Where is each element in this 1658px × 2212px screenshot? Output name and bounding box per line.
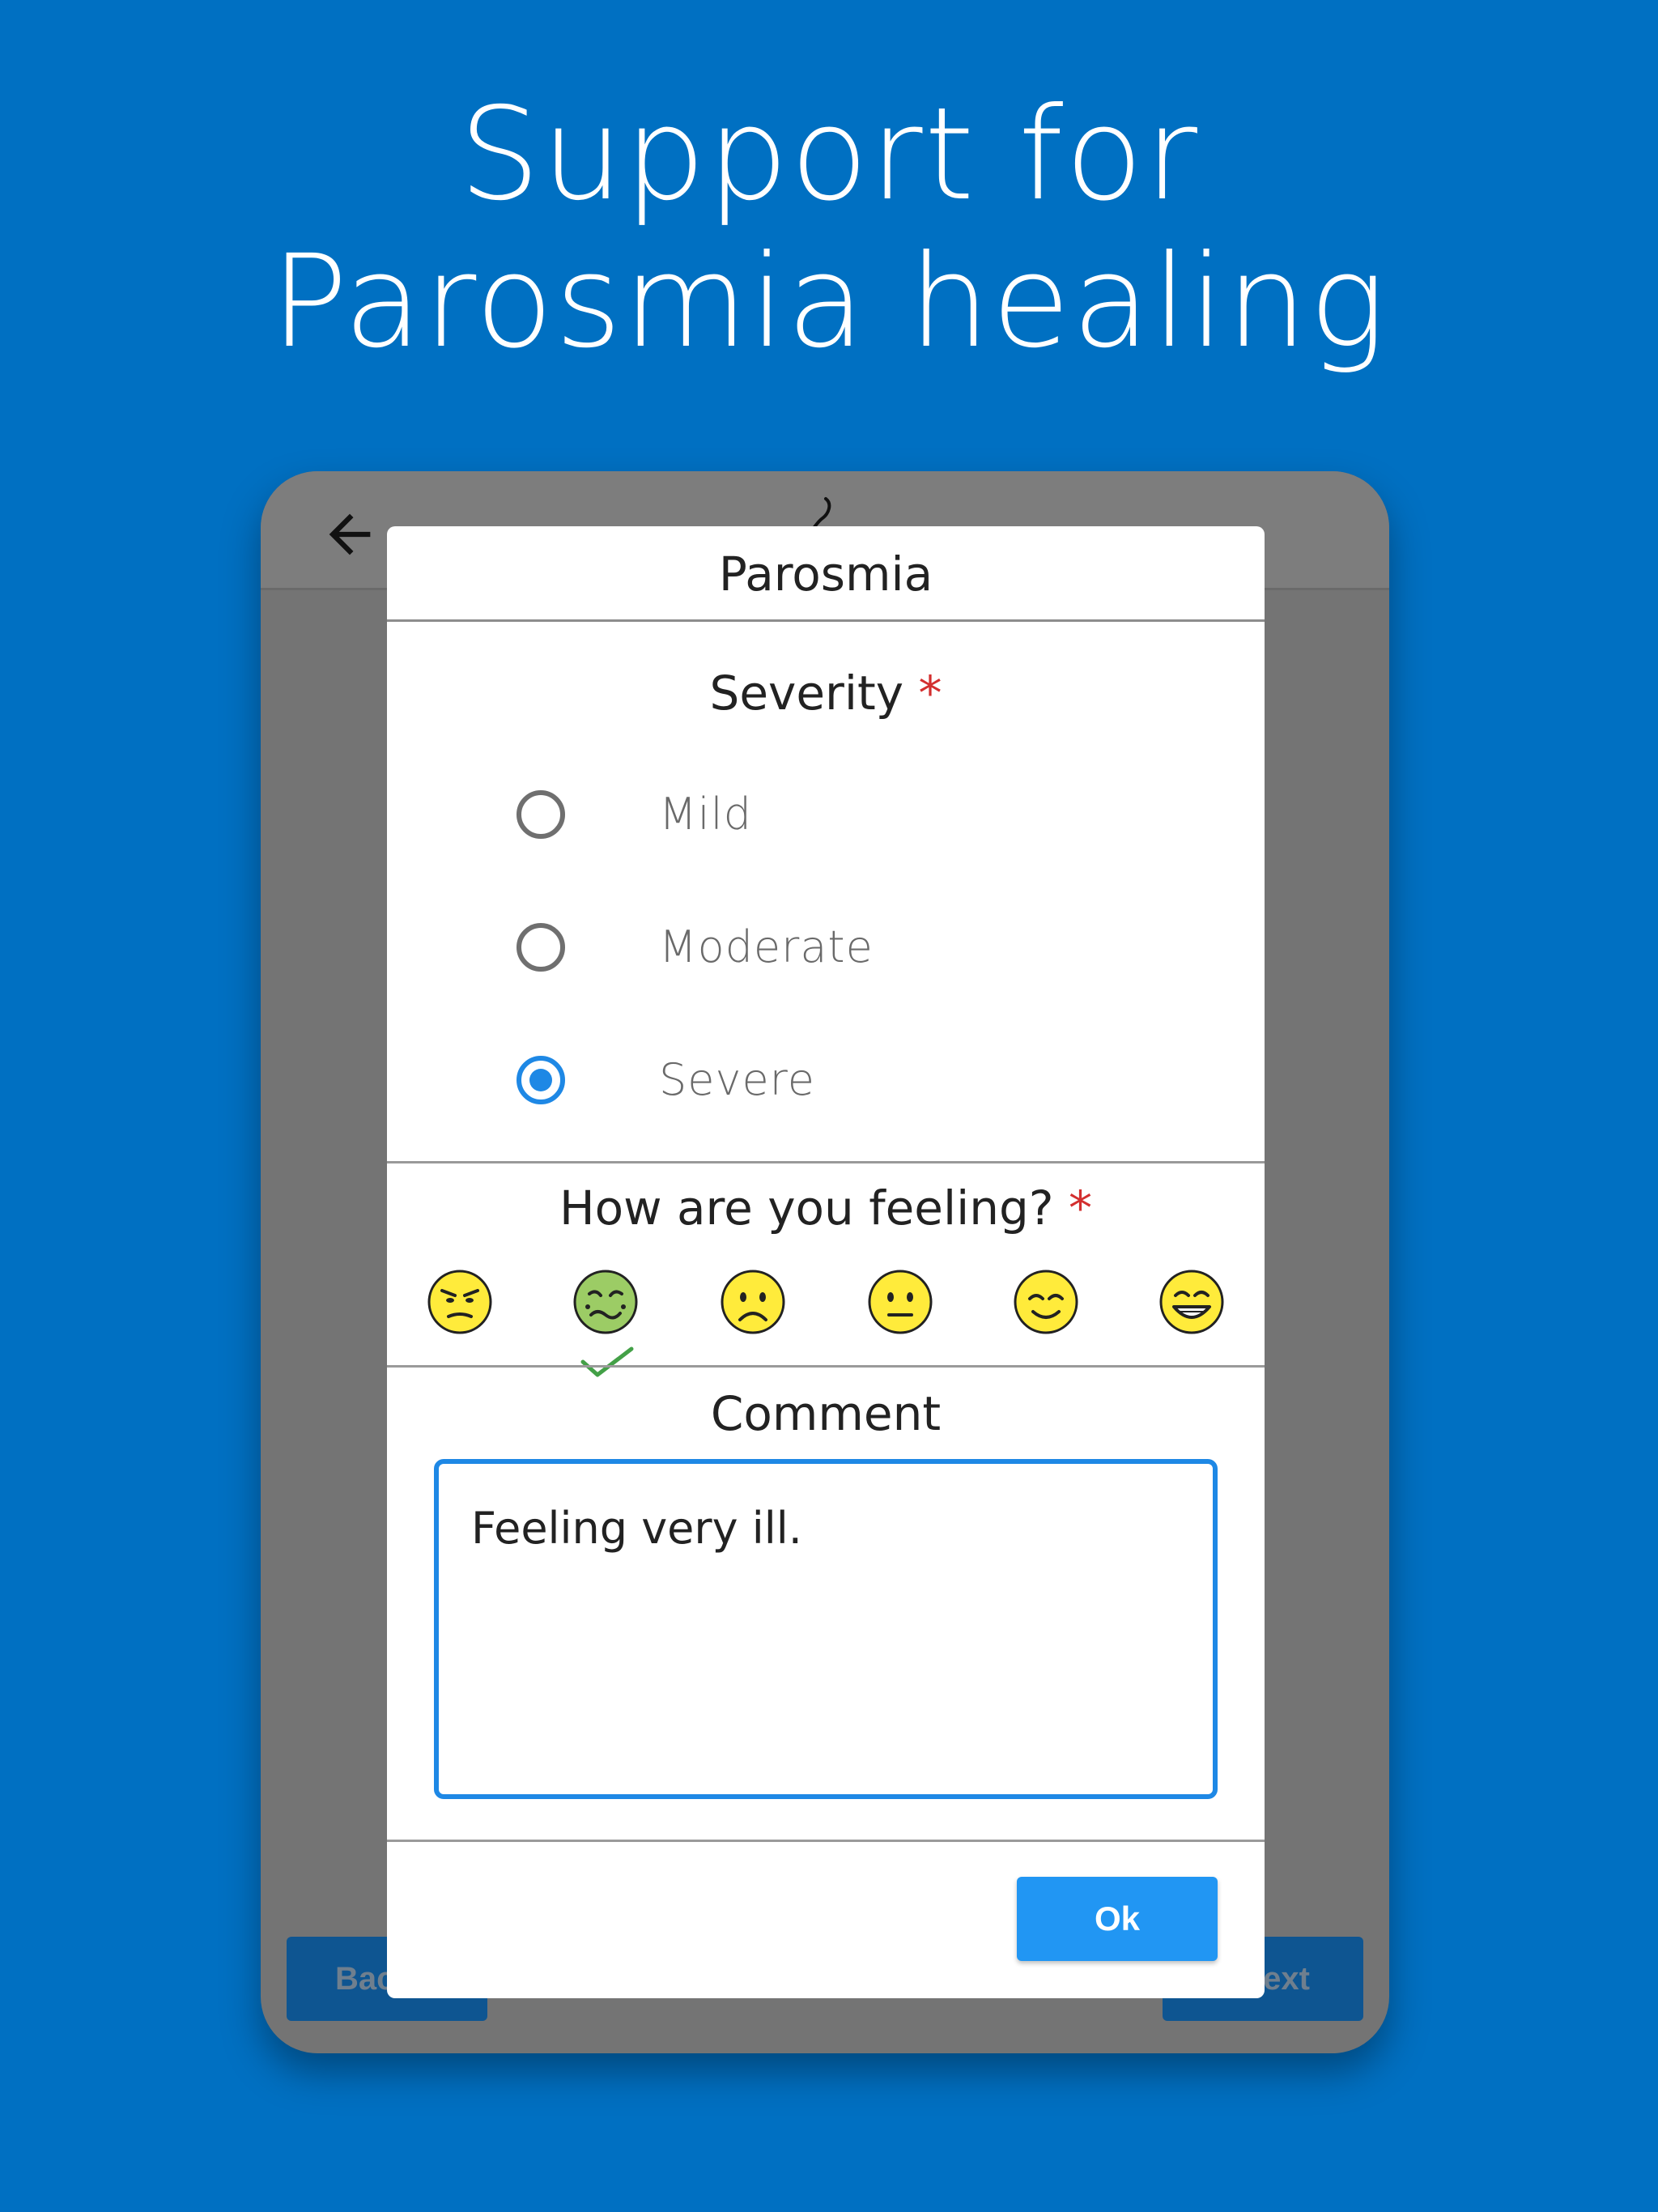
radio-label-severe: Severe — [659, 1054, 815, 1105]
neutral-face-icon[interactable] — [865, 1266, 936, 1338]
divider — [387, 1161, 1265, 1163]
arrow-left-icon[interactable] — [319, 504, 380, 565]
headline: Support for Parosmia healing — [0, 81, 1658, 376]
selected-check-icon — [580, 1346, 634, 1377]
severity-option-moderate[interactable]: Moderate — [517, 918, 1164, 983]
radio-label-moderate: Moderate — [659, 921, 874, 972]
severity-option-mild[interactable]: Mild — [517, 785, 1164, 850]
smiling-face-icon[interactable] — [1010, 1266, 1082, 1338]
angry-face-icon[interactable] — [424, 1266, 495, 1338]
severity-option-severe[interactable]: Severe — [517, 1051, 1164, 1116]
severity-label: Severity * — [387, 666, 1265, 721]
required-mark: * — [918, 666, 942, 721]
radio-button-severe[interactable] — [517, 1056, 565, 1104]
parosmia-dialog: Parosmia Severity * Mild Moderate Severe… — [387, 526, 1265, 1998]
divider — [387, 1840, 1265, 1842]
comment-label: Comment — [710, 1386, 942, 1441]
nauseated-face-icon[interactable] — [570, 1266, 641, 1338]
radio-button-moderate[interactable] — [517, 923, 565, 972]
sad-face-icon[interactable] — [717, 1266, 789, 1338]
grinning-face-icon[interactable] — [1156, 1266, 1227, 1338]
feeling-label: How are you feeling? * — [387, 1180, 1265, 1236]
radio-button-mild[interactable] — [517, 790, 565, 839]
dialog-title: Parosmia — [387, 526, 1265, 622]
radio-label-mild: Mild — [659, 789, 752, 840]
ok-button[interactable]: Ok — [1017, 1877, 1218, 1961]
comment-textarea[interactable]: Feeling very ill. — [434, 1459, 1218, 1799]
headline-line-1: Support for — [458, 80, 1200, 229]
divider — [387, 1365, 1265, 1368]
required-mark: * — [1069, 1180, 1093, 1236]
comment-text: Feeling very ill. — [471, 1503, 802, 1554]
severity-label-text: Severity — [709, 666, 904, 721]
headline-line-2: Parosmia healing — [270, 228, 1388, 376]
feeling-label-text: How are you feeling? — [559, 1180, 1054, 1236]
